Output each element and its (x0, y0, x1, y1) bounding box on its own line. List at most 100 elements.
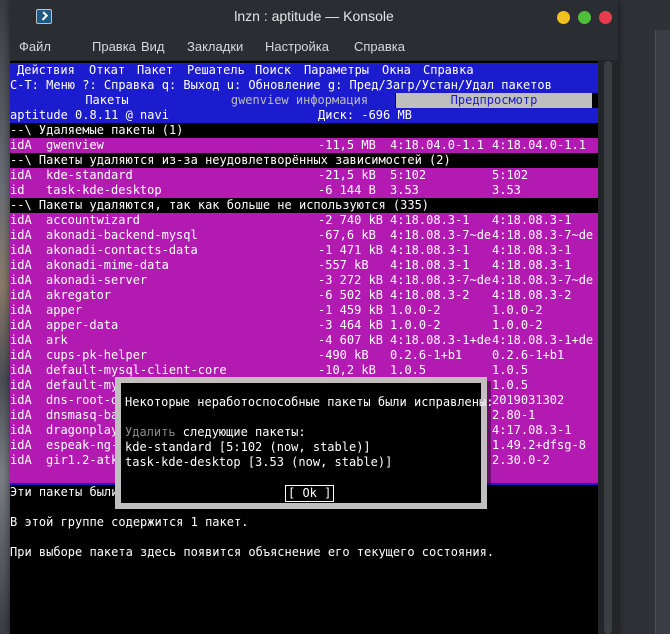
aptitude-menu-package[interactable]: Пакет (137, 63, 173, 78)
package-size: -3 272 kB (318, 273, 384, 287)
package-cur: 4:18.08.3-1 (390, 258, 470, 272)
package-flags: idA (10, 168, 32, 182)
group-header[interactable]: --\ Удаляемые пакеты (1) (10, 123, 598, 138)
tab-preview[interactable]: Предпросмотр (396, 93, 592, 108)
package-size: -6 502 kB (318, 288, 384, 302)
group-header[interactable]: --\ Пакеты удаляются, так как больше не … (10, 198, 598, 213)
package-row[interactable]: idA cups-pk-helper -490 kB 0.2.6-1+b1 0.2.6-… (10, 348, 598, 363)
package-size: -10,2 kB (318, 363, 376, 377)
package-size: -2 740 kB (318, 213, 384, 227)
menu-view[interactable]: Вид (141, 39, 165, 54)
package-name: kde-standard (46, 168, 133, 182)
package-row[interactable]: idA ark -4 607 kB 4:18.08.3-1+de 4:18.08.3-1… (10, 333, 598, 348)
menu-settings[interactable]: Настройка (265, 39, 329, 54)
package-name: ark (46, 333, 68, 347)
scrollbar-thumb[interactable] (604, 61, 612, 634)
menu-file[interactable]: Файл (19, 39, 51, 54)
package-name: task-kde-desktop (46, 183, 162, 197)
package-row[interactable]: idA apper-data -3 464 kB 1.0.0-2 1.0.0-2 (10, 318, 598, 333)
package-new: 2.30.0-2 (492, 453, 550, 467)
package-name: default-my (46, 378, 119, 392)
dialog-content: Некоторые неработоспособные пакеты были … (121, 383, 493, 503)
status-version: aptitude 0.8.11 @ navi (10, 108, 169, 122)
package-new: 1.49.2+dfsg-8 (492, 438, 586, 452)
info-text: При выборе пакета здесь появится объясне… (10, 545, 495, 559)
package-name: dnsmasq-ba (46, 408, 119, 422)
package-name: gwenview (46, 138, 104, 152)
package-flags: idA (10, 408, 32, 422)
dialog-item: kde-standard [5:102 (now, stable)] (125, 440, 371, 454)
group-header-text: --\ Пакеты удаляются, так как больше не … (10, 198, 430, 212)
package-cur: 5:102 (390, 168, 427, 182)
package-new: 4:18.08.3-1 (492, 213, 572, 227)
package-flags: idA (10, 243, 32, 257)
aptitude-hints: C-T: Меню ?: Справка q: Выход u: Обновле… (10, 78, 598, 93)
package-new: 4:18.08.3-1 (492, 258, 572, 272)
minimize-button[interactable] (557, 11, 570, 24)
aptitude-menu-help[interactable]: Справка (423, 63, 474, 78)
package-name: espeak-ng- (46, 438, 119, 452)
package-row[interactable]: idA akonadi-mime-data -557 kB 4:18.08.3-1 4:… (10, 258, 598, 273)
package-flags: idA (10, 213, 32, 227)
package-row[interactable]: idA kde-standard -21,5 kB 5:102 5:102 (10, 168, 598, 183)
package-flags: idA (10, 423, 32, 437)
menu-edit[interactable]: Правка (92, 39, 136, 54)
terminal-area[interactable]: Действия Откат Пакет Решатель Поиск Пара… (10, 61, 598, 634)
info-line: При выборе пакета здесь появится объясне… (10, 545, 598, 560)
aptitude-menu-actions[interactable]: Действия (17, 63, 75, 78)
info-text: Эти пакеты были (10, 485, 119, 499)
package-row[interactable]: idA apper -1 459 kB 1.0.0-2 1.0.0-2 (10, 303, 598, 318)
ok-button[interactable]: [ Ok ] (285, 485, 335, 502)
package-size: -6 144 B (318, 183, 376, 197)
package-cur: 4:18.08.3-7~de (390, 273, 492, 287)
titlebar[interactable]: lnzn : aptitude — Konsole (10, 0, 618, 32)
package-cur: 0.2.6-1+b1 (390, 348, 463, 362)
package-row[interactable]: idA accountwizard -2 740 kB 4:18.08.3-1 4:18… (10, 213, 598, 228)
package-size: -21,5 kB (318, 168, 376, 182)
package-size: -4 607 kB (318, 333, 384, 347)
package-row[interactable]: id task-kde-desktop -6 144 B 3.53 3.53 (10, 183, 598, 198)
tab-packages[interactable]: Пакеты (10, 93, 204, 108)
package-name: apper (46, 303, 83, 317)
package-cur: 1.0.0-2 (390, 303, 441, 317)
package-flags: idA (10, 258, 32, 272)
menu-help[interactable]: Справка (354, 39, 405, 54)
package-new: 1.0.5 (492, 378, 529, 392)
terminal-scrollbar[interactable] (598, 61, 618, 634)
desktop-background-left (0, 0, 10, 634)
package-new: 1.0.0-2 (492, 318, 543, 332)
package-row[interactable]: idA default-mysql-client-core -10,2 kB 1.0.… (10, 363, 598, 378)
dialog-item: task-kde-desktop [3.53 (now, stable)] (125, 455, 393, 469)
tab-gwenview-info[interactable]: gwenview информация (204, 93, 395, 108)
package-row[interactable]: idA akregator -6 502 kB 4:18.08.3-2 4:18.08.… (10, 288, 598, 303)
dialog-action-word: Удалить (125, 425, 176, 439)
close-button[interactable] (599, 11, 612, 24)
package-row[interactable]: idA gwenview -11,5 MB 4:18.04.0-1.1 4:18.04.… (10, 138, 598, 153)
package-name: dns-root-d (46, 393, 119, 407)
package-new: 4:17.08.3-1 (492, 423, 572, 437)
aptitude-menu-options[interactable]: Параметры (304, 63, 369, 78)
aptitude-menu-search[interactable]: Поиск (255, 63, 291, 78)
menubar: Файл Правка Вид Закладки Настройка Справ… (10, 32, 618, 60)
package-name: cups-pk-helper (46, 348, 148, 362)
package-flags: idA (10, 378, 32, 392)
package-new: 5:102 (492, 168, 529, 182)
group-header[interactable]: --\ Пакеты удаляются из-за неудовлетворё… (10, 153, 598, 168)
package-row[interactable]: idA akonadi-backend-mysql -67,6 kB 4:18.08.… (10, 228, 598, 243)
package-new: 4:18.08.3-1 (492, 243, 572, 257)
package-cur: 4:18.08.3-1 (390, 213, 470, 227)
aptitude-menu-views[interactable]: Окна (382, 63, 411, 78)
maximize-button[interactable] (578, 11, 591, 24)
menu-bookmarks[interactable]: Закладки (187, 39, 243, 54)
package-flags: idA (10, 303, 32, 317)
package-row[interactable]: idA akonadi-server -3 272 kB 4:18.08.3-7~de… (10, 273, 598, 288)
package-new: 1.0.0-2 (492, 303, 543, 317)
aptitude-menu-undo[interactable]: Откат (89, 63, 125, 78)
package-cur: 4:18.08.3-1 (390, 243, 470, 257)
package-flags: idA (10, 273, 32, 287)
package-name: gir1.2-atk (46, 453, 119, 467)
package-size: -67,6 kB (318, 228, 376, 242)
package-new: 4:18.08.3-1+de (492, 333, 594, 347)
package-row[interactable]: idA akonadi-contacts-data -1 471 kB 4:18.08… (10, 243, 598, 258)
aptitude-menu-resolver[interactable]: Решатель (187, 63, 245, 78)
